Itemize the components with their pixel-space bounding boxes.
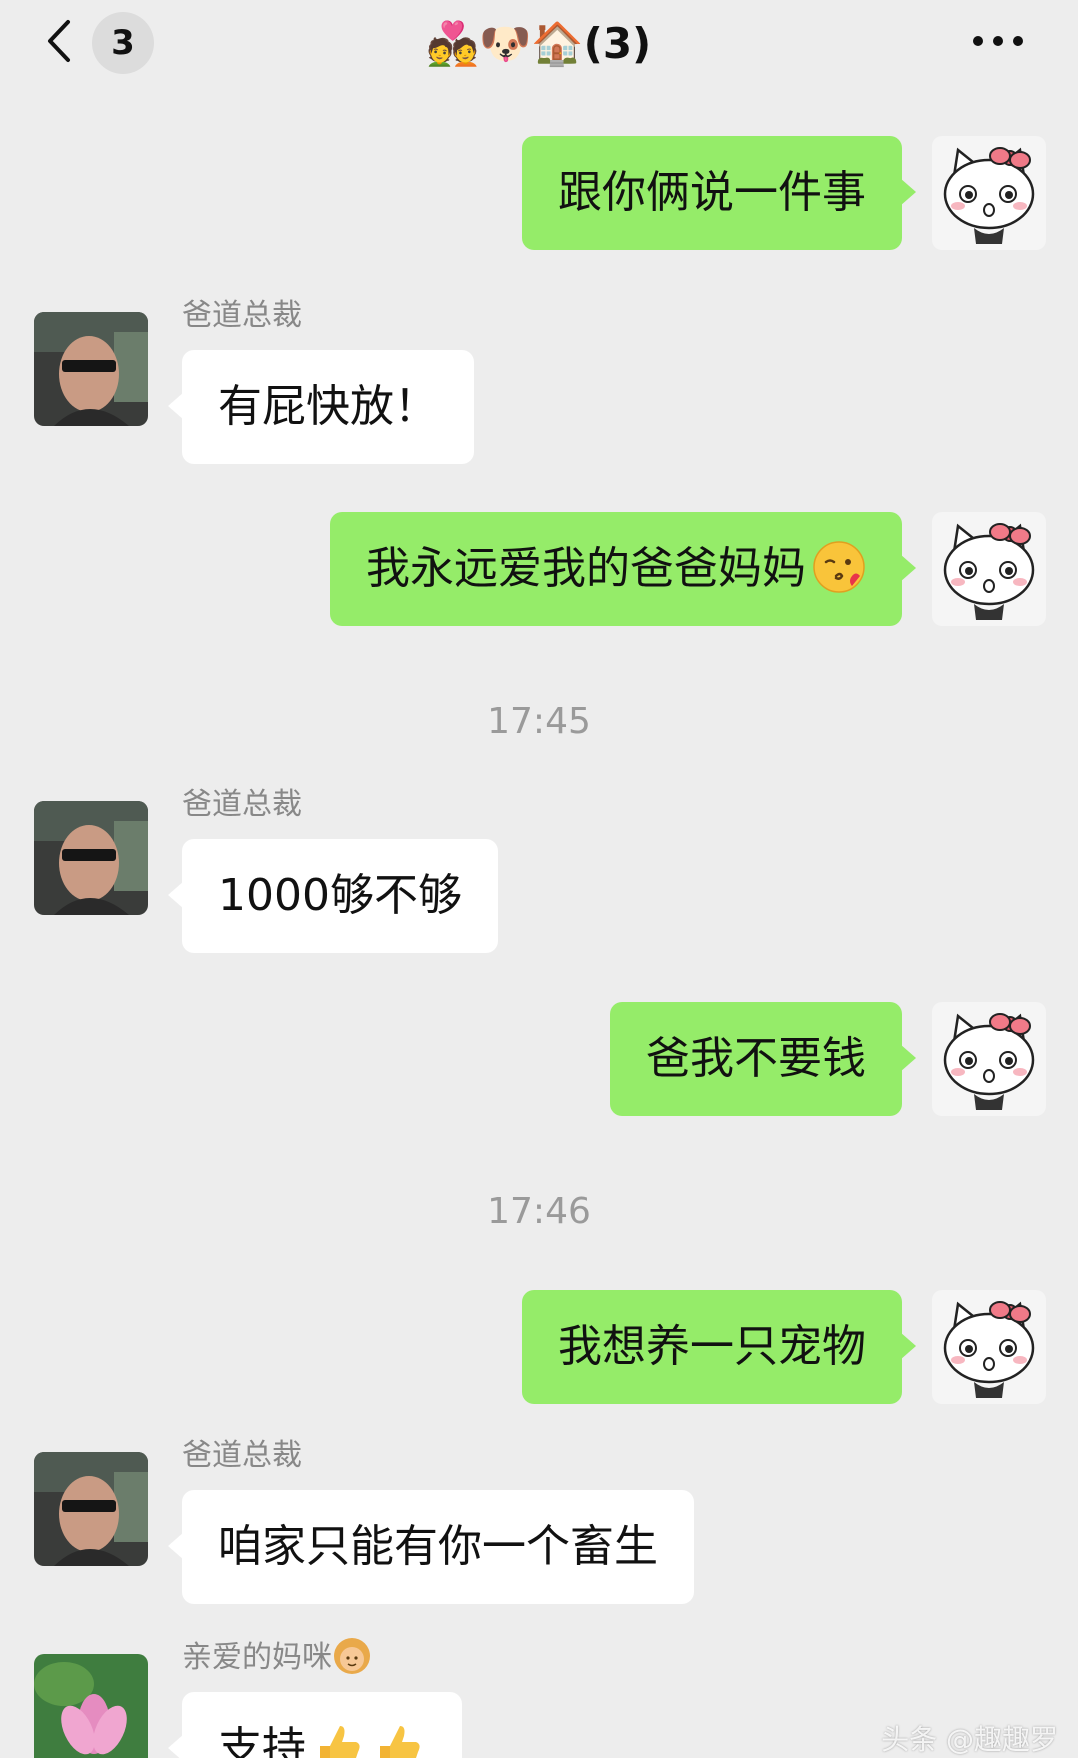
more-options-button[interactable] (968, 26, 1028, 56)
my-avatar[interactable] (932, 1002, 1046, 1116)
kissing-face-emoji-icon (812, 540, 866, 594)
message-row-outgoing: 我永远爱我的爸爸妈妈 (0, 512, 1078, 626)
dad-photo-avatar-icon (34, 1452, 148, 1566)
sender-name: 爸道总裁 (182, 298, 302, 333)
hello-kitty-avatar-icon (932, 512, 1046, 626)
chat-title: 💑🐶🏠(3) (426, 19, 652, 68)
dad-avatar[interactable] (34, 1452, 148, 1566)
my-avatar[interactable] (932, 512, 1046, 626)
dad-photo-avatar-icon (34, 312, 148, 426)
thumbs-up-emoji-icon (372, 1720, 426, 1758)
sender-name: 亲爱的妈咪 (182, 1638, 372, 1679)
message-bubble[interactable]: 跟你俩说一件事 (522, 136, 916, 250)
message-bubble[interactable]: 支持 (168, 1692, 462, 1758)
hello-kitty-avatar-icon (932, 136, 1046, 250)
watermark: 头条 @趣趣罗 (881, 1723, 1058, 1756)
message-row-outgoing: 我想养一只宠物 (0, 1290, 1078, 1404)
my-avatar[interactable] (932, 1290, 1046, 1404)
message-row-outgoing: 爸我不要钱 (0, 1002, 1078, 1116)
hello-kitty-avatar-icon (932, 1002, 1046, 1116)
message-bubble[interactable]: 我想养一只宠物 (522, 1290, 916, 1404)
mom-avatar[interactable] (34, 1654, 148, 1758)
message-row-incoming: 爸道总裁 有屁快放！ (0, 296, 1078, 476)
timestamp: 17:45 (487, 701, 591, 742)
sender-name-text: 亲爱的妈咪 (182, 1640, 332, 1675)
message-bubble[interactable]: 1000够不够 (168, 839, 498, 953)
dad-avatar[interactable] (34, 312, 148, 426)
my-avatar[interactable] (932, 136, 1046, 250)
hello-kitty-avatar-icon (932, 1290, 1046, 1404)
message-row-incoming: 爸道总裁 咱家只能有你一个畜生 (0, 1436, 1078, 1616)
message-row-outgoing: 跟你俩说一件事 (0, 136, 1078, 250)
sender-name: 爸道总裁 (182, 787, 302, 822)
dad-photo-avatar-icon (34, 801, 148, 915)
message-bubble[interactable]: 咱家只能有你一个畜生 (168, 1490, 694, 1604)
message-bubble[interactable]: 爸我不要钱 (610, 1002, 916, 1116)
more-dots-icon (973, 36, 1023, 46)
thumbs-up-emoji-icon (312, 1720, 366, 1758)
woman-emoji-icon (332, 1638, 372, 1676)
timestamp: 17:46 (487, 1191, 591, 1232)
message-text: 支持 (218, 1723, 306, 1758)
chat-header: 3 💑🐶🏠(3) (0, 0, 1078, 90)
message-row-incoming: 爸道总裁 1000够不够 (0, 785, 1078, 965)
message-bubble[interactable]: 有屁快放！ (168, 350, 474, 464)
lotus-flower-avatar-icon (34, 1654, 148, 1758)
sender-name: 爸道总裁 (182, 1438, 302, 1473)
message-bubble[interactable]: 我永远爱我的爸爸妈妈 (330, 512, 916, 626)
message-text: 我永远爱我的爸爸妈妈 (366, 543, 806, 594)
dad-avatar[interactable] (34, 801, 148, 915)
